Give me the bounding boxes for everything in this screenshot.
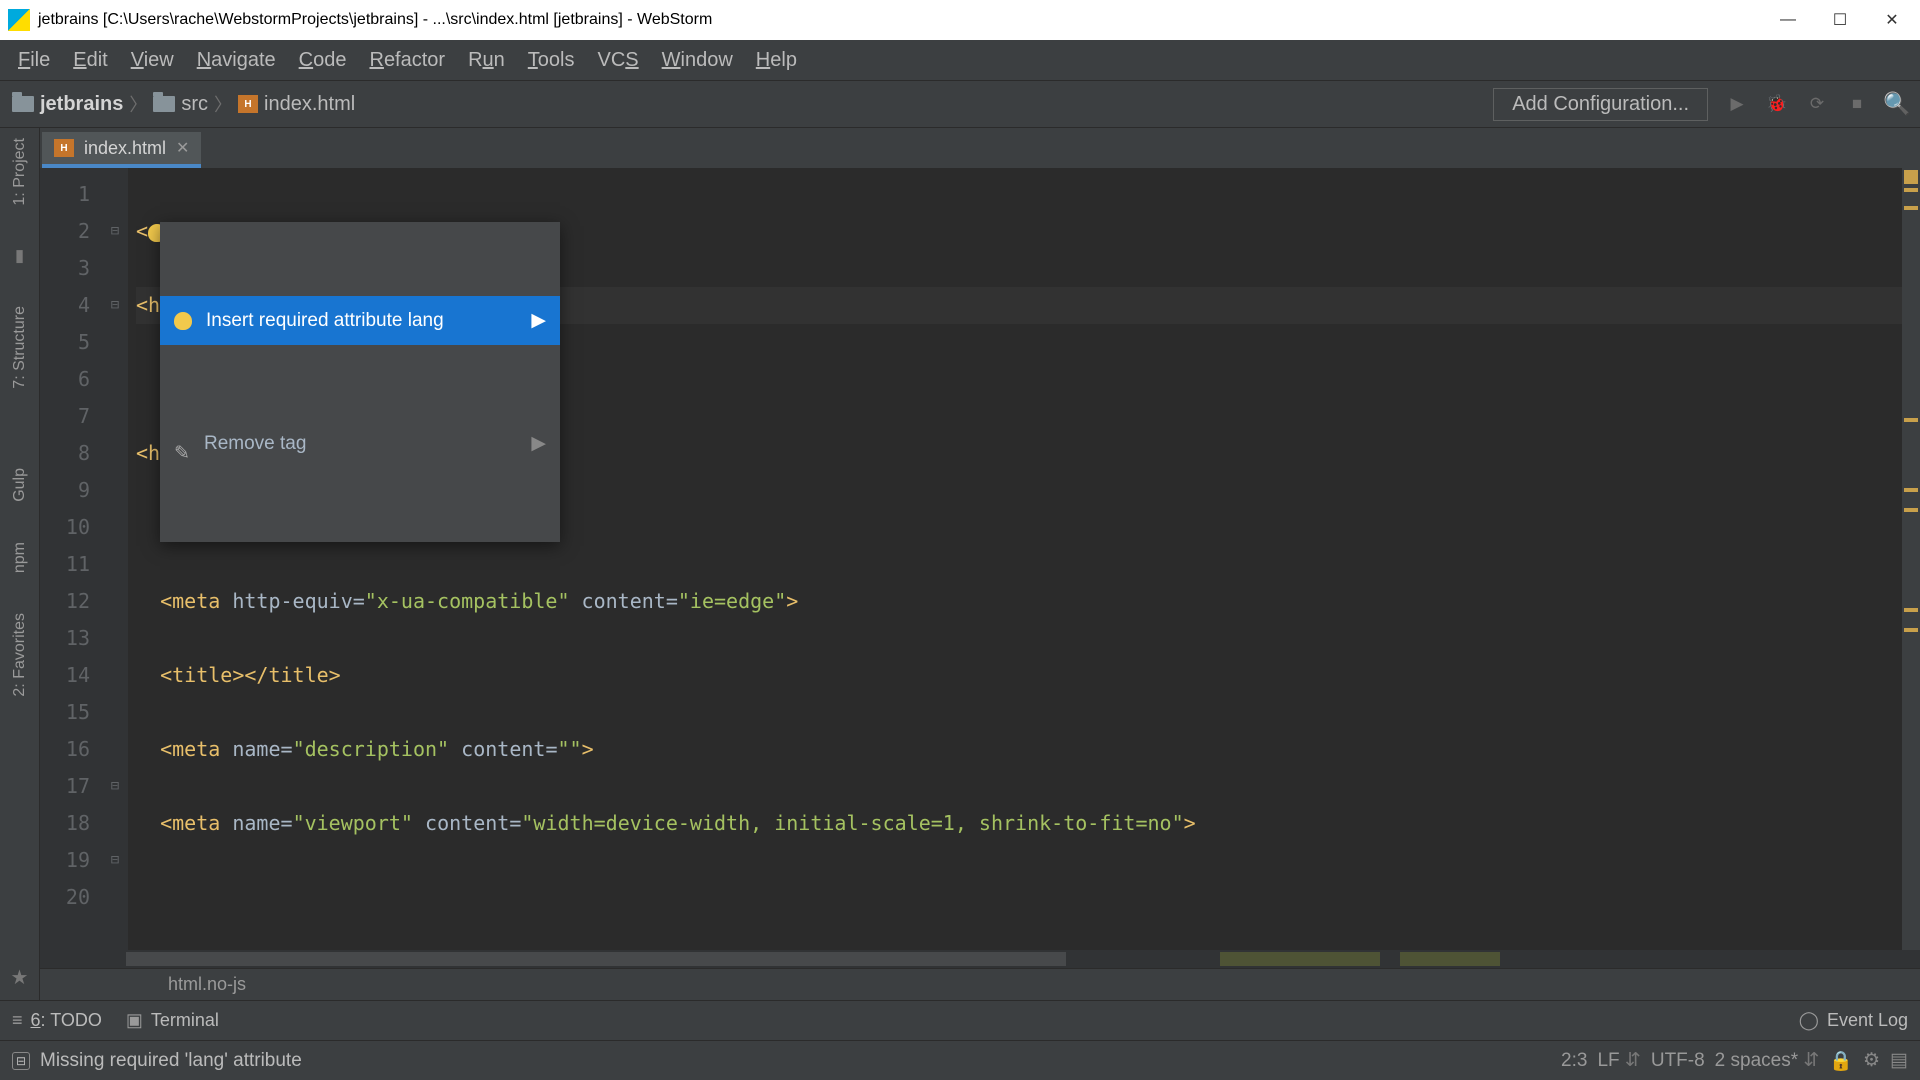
toolwindow-todo[interactable]: ≡ 6: TODO bbox=[12, 1010, 102, 1031]
status-message: Missing required 'lang' attribute bbox=[40, 1050, 302, 1072]
app-icon bbox=[8, 9, 30, 31]
submenu-arrow-icon: ▶ bbox=[531, 302, 546, 339]
menu-run[interactable]: Run bbox=[458, 45, 515, 76]
coverage-icon[interactable]: ⟳ bbox=[1806, 93, 1828, 115]
chevron-right-icon: 〉 bbox=[214, 91, 232, 117]
project-icon[interactable]: ▮ bbox=[15, 246, 24, 266]
bulb-icon bbox=[174, 312, 192, 330]
folder-icon bbox=[12, 96, 34, 112]
close-tab-icon[interactable]: ✕ bbox=[176, 138, 189, 158]
toolwindow-gulp[interactable]: Gulp bbox=[11, 468, 29, 502]
error-stripe[interactable] bbox=[1902, 168, 1920, 950]
window-title: jetbrains [C:\Users\rache\WebstormProjec… bbox=[38, 11, 1776, 29]
left-toolwindow-bar: 1: Project ▮ 7: Structure Gulp npm 2: Fa… bbox=[0, 128, 40, 1000]
folder-icon bbox=[153, 96, 175, 112]
toolwindow-npm[interactable]: npm bbox=[11, 542, 29, 573]
status-toggle-icon[interactable]: ⊟ bbox=[12, 1052, 30, 1070]
toolwindow-favorites[interactable]: 2: Favorites bbox=[11, 613, 29, 697]
event-log-icon: ◯ bbox=[1799, 1010, 1819, 1031]
menu-help[interactable]: Help bbox=[746, 45, 807, 76]
submenu-arrow-icon: ▶ bbox=[531, 425, 546, 462]
fold-gutter: ⊟ ⊟ ⊟ ⊟ bbox=[102, 168, 128, 950]
menu-view[interactable]: View bbox=[121, 45, 184, 76]
fold-icon[interactable]: ⊟ bbox=[102, 842, 128, 879]
todo-icon: ≡ bbox=[12, 1010, 23, 1031]
window-controls: — ☐ ✕ bbox=[1776, 8, 1904, 32]
menu-code[interactable]: Code bbox=[289, 45, 357, 76]
intention-insert-lang[interactable]: Insert required attribute lang ▶ bbox=[160, 296, 560, 345]
maximize-button[interactable]: ☐ bbox=[1828, 8, 1852, 32]
fold-icon[interactable]: ⊟ bbox=[102, 287, 128, 324]
stop-icon[interactable]: ■ bbox=[1846, 93, 1868, 115]
breadcrumb-src[interactable]: src bbox=[181, 93, 208, 116]
edit-icon: ✎ bbox=[174, 435, 192, 453]
editor-tabs: index.html ✕ bbox=[40, 128, 1920, 168]
favorites-star-icon[interactable]: ★ bbox=[11, 965, 29, 990]
memory-icon[interactable]: ▤ bbox=[1890, 1049, 1908, 1072]
terminal-icon: ▣ bbox=[126, 1010, 143, 1031]
menu-edit[interactable]: Edit bbox=[63, 45, 117, 76]
scrollbar-thumb[interactable] bbox=[126, 952, 1066, 966]
toolwindow-structure[interactable]: 7: Structure bbox=[11, 306, 29, 389]
line-numbers: 12345678910 11121314151617181920 bbox=[40, 168, 102, 950]
add-configuration-button[interactable]: Add Configuration... bbox=[1493, 88, 1708, 121]
code-editor[interactable]: <doctype html> <html class="no-js"> <h <… bbox=[128, 168, 1902, 950]
menu-tools[interactable]: Tools bbox=[518, 45, 585, 76]
menubar: File Edit View Navigate Code Refactor Ru… bbox=[0, 40, 1920, 80]
html-file-icon bbox=[238, 95, 258, 113]
menu-refactor[interactable]: Refactor bbox=[359, 45, 455, 76]
menu-vcs[interactable]: VCS bbox=[588, 45, 649, 76]
chevron-right-icon: 〉 bbox=[129, 91, 147, 117]
breadcrumb: jetbrains 〉 src 〉 index.html bbox=[12, 91, 355, 117]
navbar: jetbrains 〉 src 〉 index.html Add Configu… bbox=[0, 80, 1920, 128]
intention-remove-tag[interactable]: ✎ Remove tag ▶ bbox=[160, 419, 560, 468]
horizontal-scrollbar[interactable] bbox=[40, 950, 1920, 968]
analysis-status-icon[interactable] bbox=[1904, 170, 1918, 184]
titlebar: jetbrains [C:\Users\rache\WebstormProjec… bbox=[0, 0, 1920, 40]
line-separator[interactable]: LF ⇵ bbox=[1597, 1049, 1640, 1072]
tab-label: index.html bbox=[84, 138, 166, 159]
statusbar: ⊟ Missing required 'lang' attribute 2:3 … bbox=[0, 1040, 1920, 1080]
search-icon[interactable]: 🔍 bbox=[1886, 93, 1908, 115]
intention-popup: Insert required attribute lang ▶ ✎ Remov… bbox=[160, 222, 560, 542]
minimize-button[interactable]: — bbox=[1776, 8, 1800, 32]
toolwindow-terminal[interactable]: ▣ Terminal bbox=[126, 1010, 219, 1031]
close-button[interactable]: ✕ bbox=[1880, 8, 1904, 32]
encoding[interactable]: UTF-8 bbox=[1651, 1050, 1705, 1072]
indent-setting[interactable]: 2 spaces* ⇵ bbox=[1715, 1049, 1820, 1072]
html-file-icon bbox=[54, 139, 74, 157]
breadcrumb-root[interactable]: jetbrains bbox=[40, 93, 123, 116]
cursor-position[interactable]: 2:3 bbox=[1561, 1050, 1587, 1072]
menu-file[interactable]: File bbox=[8, 45, 60, 76]
toolwindow-project[interactable]: 1: Project bbox=[11, 138, 29, 206]
breadcrumb-file[interactable]: index.html bbox=[264, 93, 355, 116]
bottom-toolwindow-bar: ≡ 6: TODO ▣ Terminal ◯ Event Log bbox=[0, 1000, 1920, 1040]
menu-window[interactable]: Window bbox=[652, 45, 743, 76]
fold-icon[interactable]: ⊟ bbox=[102, 213, 128, 250]
fold-end-icon[interactable]: ⊟ bbox=[102, 768, 128, 805]
editor-breadcrumb[interactable]: html.no-js bbox=[40, 968, 1920, 1000]
toolwindow-event-log[interactable]: Event Log bbox=[1827, 1010, 1908, 1031]
lock-icon[interactable]: 🔒 bbox=[1829, 1049, 1853, 1073]
tab-index-html[interactable]: index.html ✕ bbox=[42, 132, 201, 168]
hector-icon[interactable]: ⚙ bbox=[1863, 1049, 1880, 1072]
menu-navigate[interactable]: Navigate bbox=[187, 45, 286, 76]
run-icon[interactable]: ▶ bbox=[1726, 93, 1748, 115]
debug-icon[interactable]: 🐞 bbox=[1766, 93, 1788, 115]
